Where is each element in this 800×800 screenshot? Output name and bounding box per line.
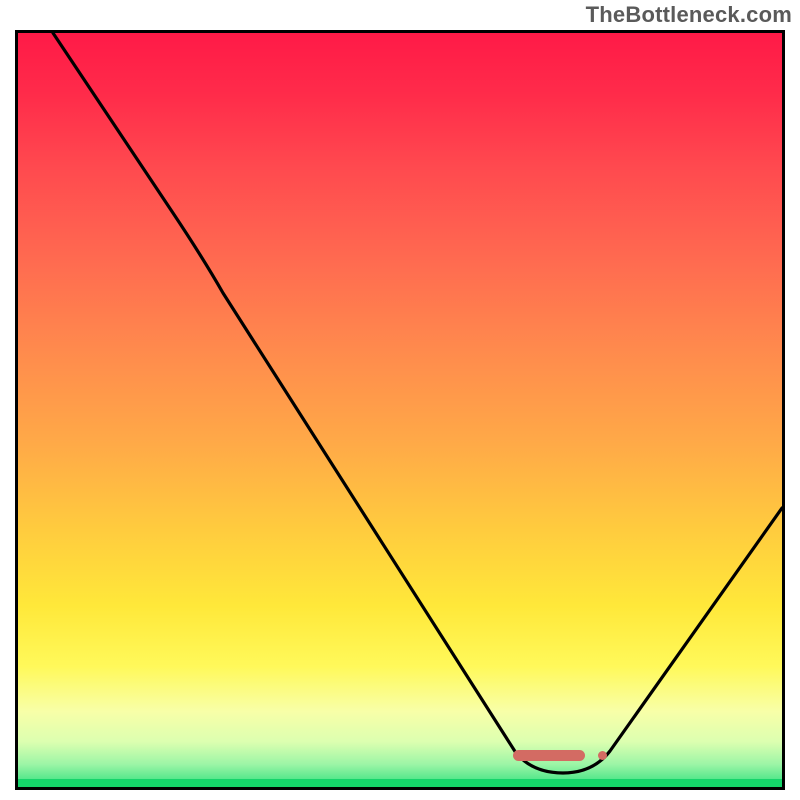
plot-frame <box>15 30 785 790</box>
plot-area <box>18 33 782 787</box>
watermark-text: TheBottleneck.com <box>586 2 792 28</box>
bottleneck-curve <box>18 33 782 787</box>
